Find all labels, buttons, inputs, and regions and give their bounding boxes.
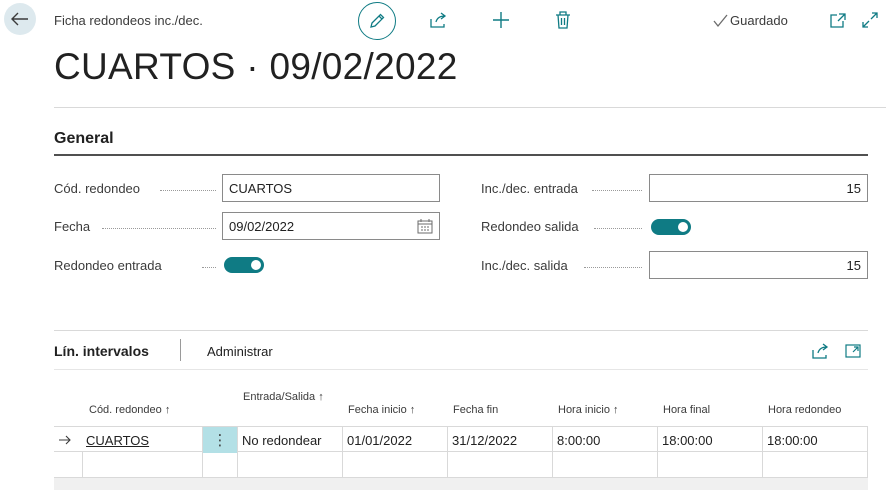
table-row-empty[interactable] xyxy=(54,452,868,478)
plus-icon xyxy=(493,12,509,28)
leader-dots xyxy=(584,267,642,268)
saved-status: Guardado xyxy=(712,13,788,28)
cell-empty[interactable] xyxy=(447,452,552,478)
delete-button[interactable] xyxy=(553,9,573,31)
cell-hora-inicio[interactable]: 8:00:00 xyxy=(552,427,657,453)
lines-divider-bottom xyxy=(54,369,868,370)
trash-icon xyxy=(556,11,570,29)
redondeo-salida-toggle[interactable] xyxy=(651,219,691,235)
inc-dec-entrada-label: Inc./dec. entrada xyxy=(481,181,578,196)
col-header-hora-inicio[interactable]: Hora inicio ↑ xyxy=(558,403,619,418)
cell-empty[interactable] xyxy=(552,452,657,478)
toggle-knob xyxy=(678,222,688,232)
col-header-hora-redondeo[interactable]: Hora redondeo xyxy=(768,403,841,418)
expand-icon xyxy=(862,12,878,28)
leader-dots xyxy=(102,228,216,229)
col-header-fecha-fin[interactable]: Fecha fin xyxy=(453,403,498,418)
leader-dots xyxy=(160,190,216,191)
col-header-cod-redondeo[interactable]: Cód. redondeo ↑ xyxy=(89,403,170,418)
page-title: CUARTOS · 09/02/2022 xyxy=(54,46,458,87)
fecha-value: 09/02/2022 xyxy=(229,218,295,234)
cell-empty[interactable] xyxy=(762,452,868,478)
row-arrow-icon xyxy=(59,435,71,445)
title-divider xyxy=(54,107,886,108)
cell-fecha-fin[interactable]: 31/12/2022 xyxy=(447,427,552,453)
cod-redondeo-field[interactable]: CUARTOS xyxy=(222,174,440,202)
check-icon xyxy=(713,14,728,27)
open-new-window-icon xyxy=(845,344,861,358)
cod-redondeo-label: Cód. redondeo xyxy=(54,181,141,196)
col-header-entrada-salida[interactable]: Entrada/Salida ↑ xyxy=(243,390,333,405)
lines-separator xyxy=(180,339,181,361)
col-header-hora-final[interactable]: Hora final xyxy=(663,403,710,418)
lines-title[interactable]: Lín. intervalos xyxy=(54,343,149,359)
cell-empty[interactable] xyxy=(202,452,237,478)
leader-dots xyxy=(592,190,642,191)
redondeo-entrada-label: Redondeo entrada xyxy=(54,258,162,273)
fecha-label: Fecha xyxy=(54,219,91,234)
share-icon xyxy=(812,343,829,359)
row-actions-button[interactable]: ⋮ xyxy=(202,427,237,453)
fecha-field[interactable]: 09/02/2022 xyxy=(222,212,440,240)
cell-cod-redondeo[interactable]: CUARTOS xyxy=(82,427,202,453)
cell-hora-final[interactable]: 18:00:00 xyxy=(657,427,762,453)
cell-hora-redondeo[interactable]: 18:00:00 xyxy=(762,427,868,453)
inc-dec-salida-field[interactable]: 15 xyxy=(649,251,868,279)
lines-divider-top xyxy=(54,330,868,331)
administrar-button[interactable]: Administrar xyxy=(207,344,273,359)
open-new-window-icon xyxy=(830,13,846,28)
redondeo-entrada-toggle[interactable] xyxy=(224,257,264,273)
leader-dots xyxy=(594,228,642,229)
share-icon xyxy=(430,12,447,28)
breadcrumb: Ficha redondeos inc./dec. xyxy=(54,13,203,28)
lines-expand-button[interactable] xyxy=(843,340,863,362)
toggle-knob xyxy=(251,260,261,270)
open-new-window-button[interactable] xyxy=(828,9,848,31)
cell-entrada-salida[interactable]: No redondear xyxy=(237,427,342,453)
col-header-fecha-inicio[interactable]: Fecha inicio ↑ xyxy=(348,403,415,418)
cell-empty[interactable] xyxy=(237,452,342,478)
expand-button[interactable] xyxy=(860,9,880,31)
row-indicator xyxy=(54,427,82,453)
cell-empty[interactable] xyxy=(657,452,762,478)
section-divider xyxy=(54,154,868,156)
new-button[interactable] xyxy=(491,9,511,31)
cell-empty[interactable] xyxy=(82,452,202,478)
cell-empty[interactable] xyxy=(342,452,447,478)
table-row[interactable]: CUARTOS ⋮ No redondear 01/01/2022 31/12/… xyxy=(54,426,868,453)
inc-dec-salida-label: Inc./dec. salida xyxy=(481,258,568,273)
grid-footer xyxy=(54,478,868,490)
back-button[interactable] xyxy=(4,3,36,35)
saved-label: Guardado xyxy=(730,13,788,28)
lines-share-button[interactable] xyxy=(810,340,830,362)
inc-dec-entrada-field[interactable]: 15 xyxy=(649,174,868,202)
share-button[interactable] xyxy=(428,9,448,31)
row-indicator xyxy=(54,452,82,478)
back-arrow-icon xyxy=(11,12,28,26)
redondeo-salida-label: Redondeo salida xyxy=(481,219,579,234)
leader-dots xyxy=(202,267,216,268)
more-options-icon: ⋮ xyxy=(212,432,228,449)
section-title-general[interactable]: General xyxy=(54,130,114,148)
edit-button[interactable] xyxy=(358,2,396,40)
pencil-icon xyxy=(370,13,385,28)
cell-fecha-inicio[interactable]: 01/01/2022 xyxy=(342,427,447,453)
calendar-icon[interactable] xyxy=(417,219,433,234)
